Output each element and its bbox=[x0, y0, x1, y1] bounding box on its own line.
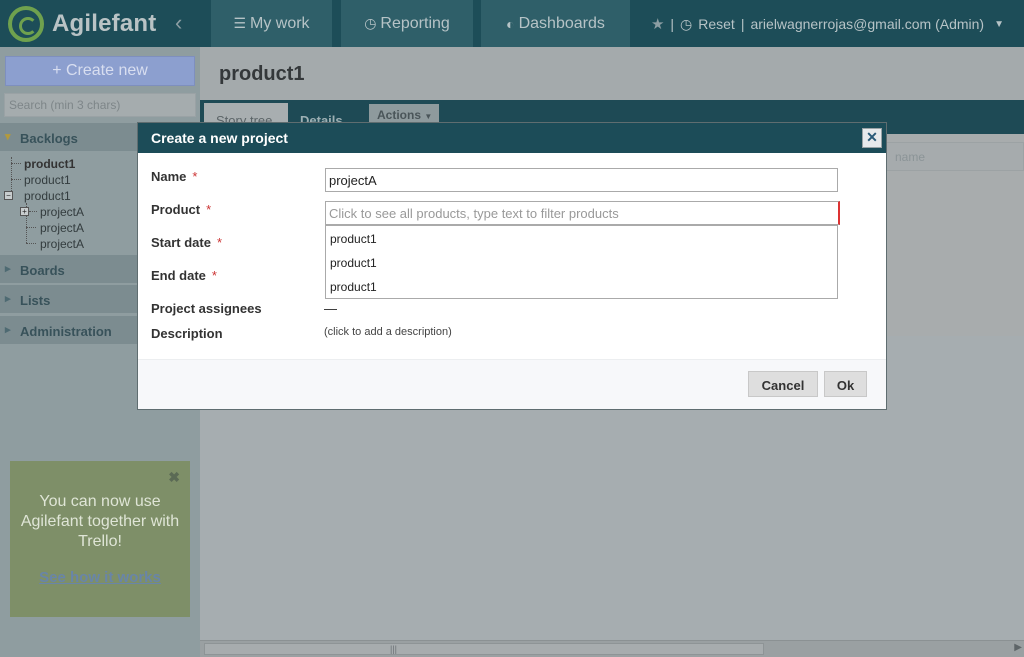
tree-connector bbox=[11, 163, 21, 164]
list-icon: ☰ bbox=[233, 15, 246, 31]
tree-item-product[interactable]: product1 bbox=[24, 173, 71, 187]
create-new-button[interactable]: + Create new bbox=[5, 56, 195, 86]
clock-icon: ◷ bbox=[364, 15, 377, 31]
tree-item-project[interactable]: projectA bbox=[40, 205, 84, 219]
product-field[interactable]: Click to see all products, type text to … bbox=[325, 201, 840, 225]
app-logo[interactable]: Agilefant bbox=[8, 6, 156, 42]
dropdown-option[interactable]: product1 bbox=[330, 280, 377, 294]
chevron-down-icon[interactable]: ▼ bbox=[994, 19, 1004, 30]
user-menu-area: ★ | ◷ Reset | arielwagnerrojas@gmail.com… bbox=[651, 15, 1004, 34]
promo-link[interactable]: See how it works bbox=[10, 569, 190, 586]
star-icon[interactable]: ★ bbox=[651, 15, 664, 33]
expand-plus-icon[interactable]: + bbox=[20, 207, 29, 216]
tree-connector bbox=[29, 211, 37, 212]
tree-connector bbox=[26, 227, 36, 228]
chevron-down-icon: ▼ bbox=[424, 112, 433, 121]
tree-connector bbox=[11, 179, 21, 180]
cancel-button[interactable]: Cancel bbox=[748, 371, 818, 397]
required-marker: * bbox=[192, 169, 198, 184]
scroll-right-icon[interactable]: ▶ bbox=[1014, 642, 1022, 653]
actions-label: Actions bbox=[377, 108, 422, 122]
tab-reporting[interactable]: ◷ Reporting bbox=[341, 0, 473, 47]
collapse-minus-icon[interactable]: − bbox=[4, 191, 13, 200]
dialog-title: Create a new project bbox=[151, 130, 288, 146]
dropdown-option[interactable]: product1 bbox=[330, 256, 377, 270]
product-label-text: Product bbox=[151, 202, 201, 217]
tab-my-work[interactable]: ☰ My work bbox=[211, 0, 332, 47]
filter-input[interactable]: name bbox=[886, 142, 1024, 171]
create-project-dialog: Create a new project ✕ Name * projectA Pr… bbox=[137, 122, 887, 410]
user-name[interactable]: arielwagnerrojas@gmail.com (Admin) bbox=[750, 16, 984, 32]
ok-button[interactable]: Ok bbox=[824, 371, 867, 397]
scrollbar-thumb[interactable]: ||| bbox=[204, 643, 764, 655]
name-label: Name * bbox=[151, 169, 197, 184]
product-dropdown: product1 product1 product1 bbox=[325, 225, 838, 299]
tree-item-product[interactable]: product1 bbox=[24, 157, 75, 171]
required-marker: * bbox=[206, 202, 212, 217]
dialog-title-bar: Create a new project ✕ bbox=[138, 123, 886, 153]
required-marker: * bbox=[211, 268, 217, 283]
actions-button[interactable]: Actions ▼ bbox=[369, 104, 439, 124]
reset-icon: ◷ bbox=[680, 15, 693, 32]
required-marker: * bbox=[216, 235, 223, 250]
page-title: product1 bbox=[219, 63, 305, 85]
close-icon[interactable]: ✕ bbox=[862, 128, 882, 148]
grip-icon: ||| bbox=[390, 644, 398, 654]
tab-dashboards[interactable]: ◐ Dashboards bbox=[481, 0, 630, 47]
start-date-label-text: Start date bbox=[151, 235, 211, 250]
tree-connector bbox=[26, 243, 36, 244]
dashboard-icon: ◐ bbox=[506, 15, 515, 32]
dropdown-option[interactable]: product1 bbox=[330, 232, 377, 246]
agilefant-logo-icon bbox=[8, 6, 44, 42]
reset-link[interactable]: Reset bbox=[698, 16, 735, 32]
product-label: Product * bbox=[151, 202, 211, 217]
tree-item-project[interactable]: projectA bbox=[40, 221, 84, 235]
name-field[interactable]: projectA bbox=[325, 168, 838, 192]
assignees-value[interactable]: — bbox=[324, 301, 337, 316]
separator: | bbox=[740, 16, 745, 32]
top-bar: Agilefant ‹ ☰ My work ◷ Reporting ◐ Dash… bbox=[0, 0, 1024, 47]
tree-item-product[interactable]: product1 bbox=[24, 189, 71, 203]
description-field[interactable]: (click to add a description) bbox=[324, 326, 452, 338]
promo-text: You can now use Agilefant together with … bbox=[20, 493, 180, 550]
close-icon[interactable]: ✖ bbox=[168, 469, 180, 486]
separator: | bbox=[670, 16, 675, 32]
name-label-text: Name bbox=[151, 169, 187, 184]
description-label: Description bbox=[151, 326, 223, 341]
end-date-label: End date * bbox=[151, 268, 217, 283]
assignees-label: Project assignees bbox=[151, 301, 262, 316]
tab-dashboards-label: Dashboards bbox=[518, 14, 605, 32]
tree-item-project[interactable]: projectA bbox=[40, 237, 84, 251]
start-date-label: Start date * bbox=[151, 235, 222, 250]
search-input[interactable]: Search (min 3 chars) bbox=[4, 93, 196, 117]
collapse-sidebar-icon[interactable]: ‹ bbox=[175, 10, 182, 36]
app-name: Agilefant bbox=[52, 10, 157, 37]
end-date-label-text: End date bbox=[151, 268, 206, 283]
trello-promo: ✖ You can now use Agilefant together wit… bbox=[10, 461, 190, 617]
page-header: product1 bbox=[200, 47, 1024, 100]
horizontal-scrollbar[interactable]: ||| ▶ bbox=[200, 640, 1024, 657]
tab-my-work-label: My work bbox=[250, 14, 310, 32]
tab-reporting-label: Reporting bbox=[380, 14, 450, 32]
dialog-footer: Cancel Ok bbox=[138, 359, 886, 409]
